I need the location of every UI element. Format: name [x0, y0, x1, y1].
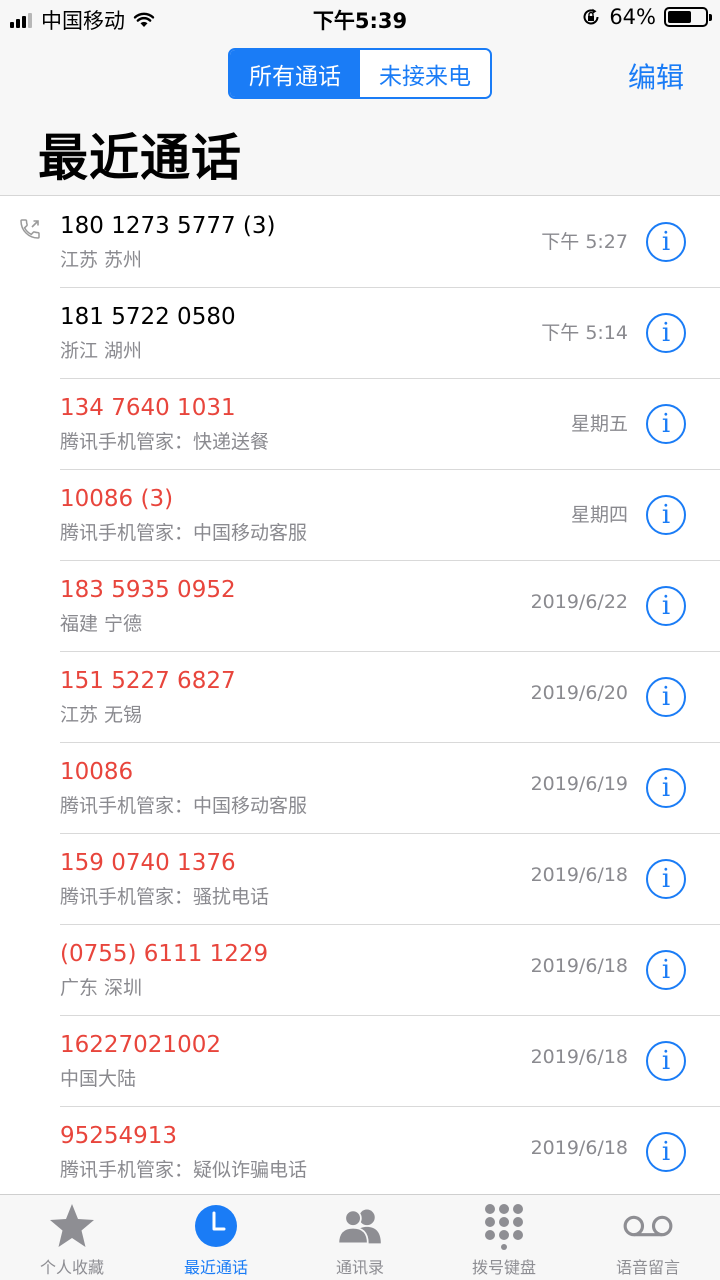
voicemail-icon	[623, 1215, 673, 1237]
call-location: 福建 宁德	[60, 613, 143, 635]
call-number: 16227021002	[60, 1032, 221, 1058]
call-number: 134 7640 1031	[60, 395, 236, 421]
call-time: 2019/6/20	[530, 682, 628, 704]
call-number: 151 5227 6827	[60, 668, 236, 694]
info-icon[interactable]: i	[646, 950, 686, 990]
recent-calls-list: 180 1273 5777 (3) 江苏 苏州 下午 5:27 i 181 57…	[0, 197, 720, 1194]
page-title: 最近通话	[38, 129, 242, 187]
tab-label: 通讯录	[335, 1258, 384, 1277]
tab-label: 语音留言	[615, 1258, 680, 1277]
edit-button[interactable]: 编辑	[628, 56, 684, 96]
tab-label: 拨号键盘	[471, 1258, 536, 1277]
tab-contacts[interactable]: 通讯录	[288, 1195, 432, 1280]
call-number: 180 1273 5777 (3)	[60, 213, 276, 239]
call-time: 2019/6/18	[530, 864, 628, 886]
call-location: 腾讯手机管家：疑似诈骗电话	[60, 1159, 308, 1181]
call-number: 10086 (3)	[60, 486, 174, 512]
status-bar: 中国移动 下午5:39 64%	[0, 0, 720, 36]
call-row[interactable]: 134 7640 1031 腾讯手机管家：快递送餐 星期五 i	[0, 379, 720, 470]
call-row[interactable]: 10086 腾讯手机管家：中国移动客服 2019/6/19 i	[0, 743, 720, 834]
segment-missed-calls[interactable]: 未接来电	[360, 50, 490, 97]
call-time: 下午 5:27	[541, 231, 628, 253]
battery-icon	[664, 7, 712, 27]
call-row[interactable]: 151 5227 6827 江苏 无锡 2019/6/20 i	[0, 652, 720, 743]
call-time: 星期五	[570, 413, 628, 435]
info-icon[interactable]: i	[646, 313, 686, 353]
call-location: 广东 深圳	[60, 977, 143, 999]
call-row[interactable]: 180 1273 5777 (3) 江苏 苏州 下午 5:27 i	[0, 197, 720, 288]
call-time: 2019/6/19	[530, 773, 628, 795]
call-time: 2019/6/18	[530, 1137, 628, 1159]
call-number: 181 5722 0580	[60, 304, 236, 330]
signal-icon	[10, 12, 34, 28]
call-time: 2019/6/18	[530, 955, 628, 977]
info-icon[interactable]: i	[646, 495, 686, 535]
outgoing-call-icon	[20, 219, 40, 239]
contacts-icon	[337, 1209, 381, 1245]
tab-keypad[interactable]: 拨号键盘	[432, 1195, 576, 1280]
rotation-lock-icon	[583, 8, 599, 25]
tab-label: 个人收藏	[39, 1258, 104, 1277]
segment-all-calls[interactable]: 所有通话	[230, 50, 360, 97]
call-location: 浙江 湖州	[60, 340, 143, 362]
call-filter-segmented-control: 所有通话 未接来电	[228, 48, 492, 99]
call-number: (0755) 6111 1229	[60, 941, 269, 967]
call-row[interactable]: 95254913 腾讯手机管家：疑似诈骗电话 2019/6/18 i	[0, 1107, 720, 1194]
info-icon[interactable]: i	[646, 404, 686, 444]
call-location: 江苏 苏州	[60, 249, 143, 271]
call-number: 159 0740 1376	[60, 850, 236, 876]
tab-favorites[interactable]: 个人收藏	[0, 1195, 144, 1280]
info-icon[interactable]: i	[646, 1132, 686, 1172]
call-location: 中国大陆	[60, 1068, 137, 1090]
star-icon	[50, 1204, 94, 1247]
tab-bar: 个人收藏 最近通话 通讯录 拨号键盘 语音留言	[0, 1194, 720, 1280]
call-row[interactable]: 159 0740 1376 腾讯手机管家：骚扰电话 2019/6/18 i	[0, 834, 720, 925]
status-left: 中国移动	[10, 5, 155, 35]
call-time: 星期四	[570, 504, 628, 526]
info-icon[interactable]: i	[646, 586, 686, 626]
call-time: 2019/6/22	[530, 591, 628, 613]
call-number: 10086	[60, 759, 134, 785]
info-icon[interactable]: i	[646, 768, 686, 808]
tab-recents[interactable]: 最近通话	[144, 1195, 288, 1280]
nav-header: 所有通话 未接来电 编辑 最近通话	[0, 36, 720, 196]
battery-percent: 64%	[609, 5, 656, 29]
call-row[interactable]: 181 5722 0580 浙江 湖州 下午 5:14 i	[0, 288, 720, 379]
call-row[interactable]: 16227021002 中国大陆 2019/6/18 i	[0, 1016, 720, 1107]
status-right: 64%	[581, 5, 712, 29]
call-location: 腾讯手机管家：骚扰电话	[60, 886, 270, 908]
tab-label: 最近通话	[183, 1258, 248, 1277]
carrier-name: 中国移动	[41, 9, 125, 33]
keypad-icon	[485, 1204, 523, 1250]
call-time: 下午 5:14	[541, 322, 628, 344]
tab-voicemail[interactable]: 语音留言	[576, 1195, 720, 1280]
call-row[interactable]: 10086 (3) 腾讯手机管家：中国移动客服 星期四 i	[0, 470, 720, 561]
info-icon[interactable]: i	[646, 677, 686, 717]
clock-icon	[195, 1205, 237, 1247]
info-icon[interactable]: i	[646, 859, 686, 899]
call-location: 腾讯手机管家：中国移动客服	[60, 522, 308, 544]
call-location: 腾讯手机管家：快递送餐	[60, 431, 270, 453]
info-icon[interactable]: i	[646, 1041, 686, 1081]
call-row[interactable]: 183 5935 0952 福建 宁德 2019/6/22 i	[0, 561, 720, 652]
call-row[interactable]: (0755) 6111 1229 广东 深圳 2019/6/18 i	[0, 925, 720, 1016]
wifi-icon	[133, 12, 155, 27]
call-number: 183 5935 0952	[60, 577, 236, 603]
call-number: 95254913	[60, 1123, 178, 1149]
info-icon[interactable]: i	[646, 222, 686, 262]
call-location: 江苏 无锡	[60, 704, 143, 726]
call-time: 2019/6/18	[530, 1046, 628, 1068]
call-location: 腾讯手机管家：中国移动客服	[60, 795, 308, 817]
